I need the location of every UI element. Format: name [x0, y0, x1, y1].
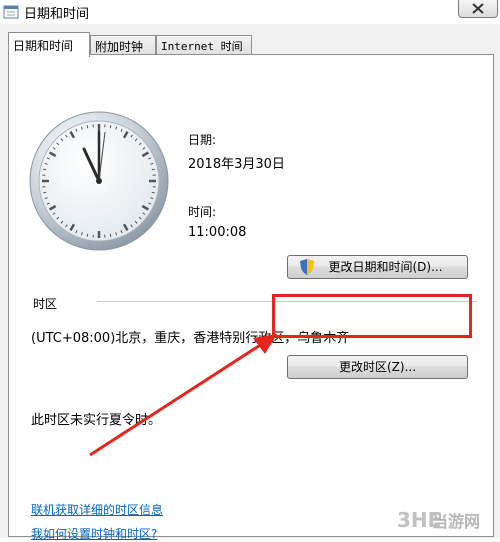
calendar-clock-icon: [3, 3, 19, 19]
time-value: 11:00:08: [188, 225, 246, 240]
dialog-body: 日期和时间 附加时钟 Internet 时间: [0, 24, 500, 538]
watermark-text: 当游网: [432, 508, 480, 532]
date-value: 2018年3月30日: [188, 153, 285, 172]
timezone-group-label: 时区: [33, 295, 57, 312]
how-to-set-clock-link[interactable]: 我如何设置时钟和时区?: [31, 525, 157, 542]
online-timezone-info-link[interactable]: 联机获取详细的时区信息: [31, 501, 163, 518]
window-title: 日期和时间: [24, 3, 89, 22]
tab-additional-clocks[interactable]: 附加时钟: [90, 35, 156, 56]
analog-clock: [28, 110, 170, 252]
annotation-arrow-icon: [85, 330, 285, 460]
time-label: 时间:: [188, 203, 216, 220]
change-timezone-button[interactable]: 更改时区(Z)...: [287, 355, 468, 379]
annotation-highlight-box: [272, 294, 472, 338]
close-icon: [472, 3, 484, 14]
tab-date-time[interactable]: 日期和时间: [8, 32, 90, 57]
title-bar: 日期和时间: [0, 0, 500, 24]
change-date-time-label: 更改日期和时间(D)...: [328, 260, 442, 274]
uac-shield-icon: [300, 259, 314, 282]
date-label: 日期:: [188, 131, 216, 148]
tab-internet-time[interactable]: Internet 时间: [156, 35, 252, 56]
close-button[interactable]: [458, 0, 498, 18]
change-date-time-button[interactable]: 更改日期和时间(D)...: [287, 255, 468, 279]
